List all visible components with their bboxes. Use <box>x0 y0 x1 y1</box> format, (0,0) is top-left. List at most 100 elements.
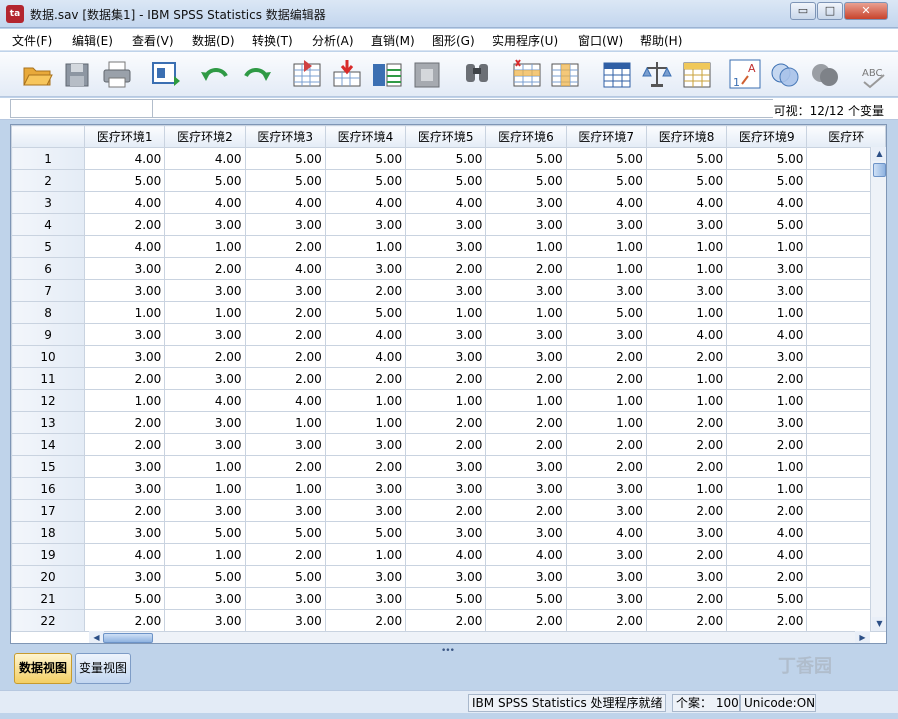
maximize-button[interactable]: □ <box>817 2 843 20</box>
data-cell[interactable]: 5.00 <box>726 147 808 170</box>
column-header[interactable]: 医疗环境2 <box>164 125 246 148</box>
data-cell[interactable]: 3.00 <box>244 587 326 610</box>
data-cell[interactable]: 3.00 <box>726 411 808 434</box>
data-cell[interactable]: 1.00 <box>324 389 407 412</box>
data-cell[interactable]: 1.00 <box>485 389 567 412</box>
data-cell[interactable]: 3.00 <box>244 499 326 522</box>
column-header[interactable]: 医疗环境4 <box>324 125 407 148</box>
data-cell[interactable]: 2.00 <box>726 609 808 632</box>
tab-data-view[interactable]: 数据视图 <box>14 653 72 684</box>
data-cell[interactable]: 1.00 <box>645 477 728 500</box>
data-cell[interactable]: 2.00 <box>485 499 567 522</box>
data-cell[interactable]: 2.00 <box>405 609 487 632</box>
scroll-up-arrow-icon[interactable]: ▲ <box>872 147 886 161</box>
data-cell[interactable]: 3.00 <box>324 213 407 236</box>
data-cell[interactable]: 2.00 <box>565 367 647 390</box>
data-cell[interactable]: 5.00 <box>164 169 246 192</box>
data-cell[interactable]: 4.00 <box>164 147 246 170</box>
find-icon[interactable] <box>460 58 494 90</box>
minimize-button[interactable]: ▭ <box>790 2 816 20</box>
data-cell[interactable]: 2.00 <box>645 609 728 632</box>
row-number[interactable]: 21 <box>11 587 86 610</box>
data-cell[interactable]: 1.00 <box>565 411 647 434</box>
data-cell[interactable]: 2.00 <box>84 433 166 456</box>
data-cell[interactable]: 3.00 <box>565 213 647 236</box>
goto-variable-icon[interactable] <box>330 58 364 90</box>
data-cell[interactable]: 4.00 <box>164 389 246 412</box>
open-folder-icon[interactable] <box>20 58 54 90</box>
data-cell[interactable]: 4.00 <box>244 191 326 214</box>
data-cell[interactable]: 3.00 <box>405 565 487 588</box>
data-cell[interactable]: 3.00 <box>565 477 647 500</box>
data-cell[interactable]: 2.00 <box>244 345 326 368</box>
data-cell[interactable]: 2.00 <box>244 543 326 566</box>
redo-icon[interactable] <box>240 58 274 90</box>
use-sets-icon[interactable] <box>768 58 802 90</box>
scroll-right-arrow-icon[interactable]: ▶ <box>855 631 870 643</box>
data-cell[interactable]: 4.00 <box>324 323 407 346</box>
data-cell[interactable]: 3.00 <box>485 521 567 544</box>
data-cell[interactable]: 3.00 <box>324 587 407 610</box>
data-cell[interactable]: 2.00 <box>405 433 487 456</box>
data-cell[interactable]: 4.00 <box>84 543 166 566</box>
select-cases-icon[interactable] <box>680 58 714 90</box>
data-cell[interactable]: 5.00 <box>565 147 647 170</box>
data-cell[interactable]: 1.00 <box>164 477 246 500</box>
row-number[interactable]: 11 <box>11 367 86 390</box>
data-cell[interactable]: 3.00 <box>485 279 567 302</box>
data-cell[interactable]: 2.00 <box>164 345 246 368</box>
data-cell[interactable]: 5.00 <box>324 301 407 324</box>
column-header[interactable]: 医疗环境1 <box>84 125 166 148</box>
data-cell[interactable]: 2.00 <box>485 367 567 390</box>
data-cell[interactable]: 5.00 <box>726 213 808 236</box>
row-number[interactable]: 19 <box>11 543 86 566</box>
column-header[interactable]: 医疗环 <box>806 125 886 148</box>
row-number[interactable]: 9 <box>11 323 86 346</box>
data-cell[interactable]: 5.00 <box>84 587 166 610</box>
data-cell[interactable]: 3.00 <box>244 609 326 632</box>
data-cell[interactable]: 1.00 <box>405 301 487 324</box>
data-cell[interactable]: 2.00 <box>405 411 487 434</box>
data-cell[interactable]: 3.00 <box>645 213 728 236</box>
data-cell[interactable]: 3.00 <box>405 279 487 302</box>
data-cell[interactable]: 3.00 <box>405 521 487 544</box>
row-number[interactable]: 7 <box>11 279 86 302</box>
data-cell[interactable]: 2.00 <box>726 499 808 522</box>
data-cell[interactable]: 1.00 <box>565 257 647 280</box>
save-icon[interactable] <box>60 58 94 90</box>
data-cell[interactable]: 5.00 <box>405 169 487 192</box>
data-cell[interactable]: 4.00 <box>645 323 728 346</box>
data-cell[interactable]: 3.00 <box>244 433 326 456</box>
show-all-variables-icon[interactable] <box>808 58 842 90</box>
data-cell[interactable]: 3.00 <box>84 279 166 302</box>
row-number[interactable]: 14 <box>11 433 86 456</box>
value-labels-icon[interactable]: A1 <box>728 58 762 90</box>
data-cell[interactable]: 1.00 <box>485 235 567 258</box>
data-cell[interactable]: 2.00 <box>485 609 567 632</box>
data-cell[interactable]: 2.00 <box>324 279 407 302</box>
data-cell[interactable]: 1.00 <box>645 367 728 390</box>
data-cell[interactable]: 3.00 <box>565 499 647 522</box>
data-cell[interactable]: 3.00 <box>726 345 808 368</box>
data-cell[interactable]: 3.00 <box>405 477 487 500</box>
data-cell[interactable]: 3.00 <box>485 565 567 588</box>
data-cell[interactable]: 3.00 <box>565 279 647 302</box>
data-cell[interactable]: 3.00 <box>485 191 567 214</box>
data-cell[interactable]: 3.00 <box>565 543 647 566</box>
data-cell[interactable]: 1.00 <box>645 301 728 324</box>
data-cell[interactable]: 5.00 <box>565 301 647 324</box>
data-cell[interactable]: 2.00 <box>726 433 808 456</box>
data-cell[interactable]: 3.00 <box>485 213 567 236</box>
data-cell[interactable]: 5.00 <box>244 169 326 192</box>
menu-window[interactable]: 窗口(W) <box>578 32 623 49</box>
menu-help[interactable]: 帮助(H) <box>640 32 682 49</box>
data-cell[interactable]: 2.00 <box>84 609 166 632</box>
data-cell[interactable]: 2.00 <box>405 499 487 522</box>
data-cell[interactable]: 5.00 <box>324 521 407 544</box>
data-cell[interactable]: 3.00 <box>244 279 326 302</box>
menu-view[interactable]: 查看(V) <box>132 32 174 49</box>
data-cell[interactable]: 3.00 <box>405 235 487 258</box>
undo-icon[interactable] <box>198 58 232 90</box>
data-cell[interactable]: 5.00 <box>164 521 246 544</box>
data-cell[interactable]: 4.00 <box>164 191 246 214</box>
